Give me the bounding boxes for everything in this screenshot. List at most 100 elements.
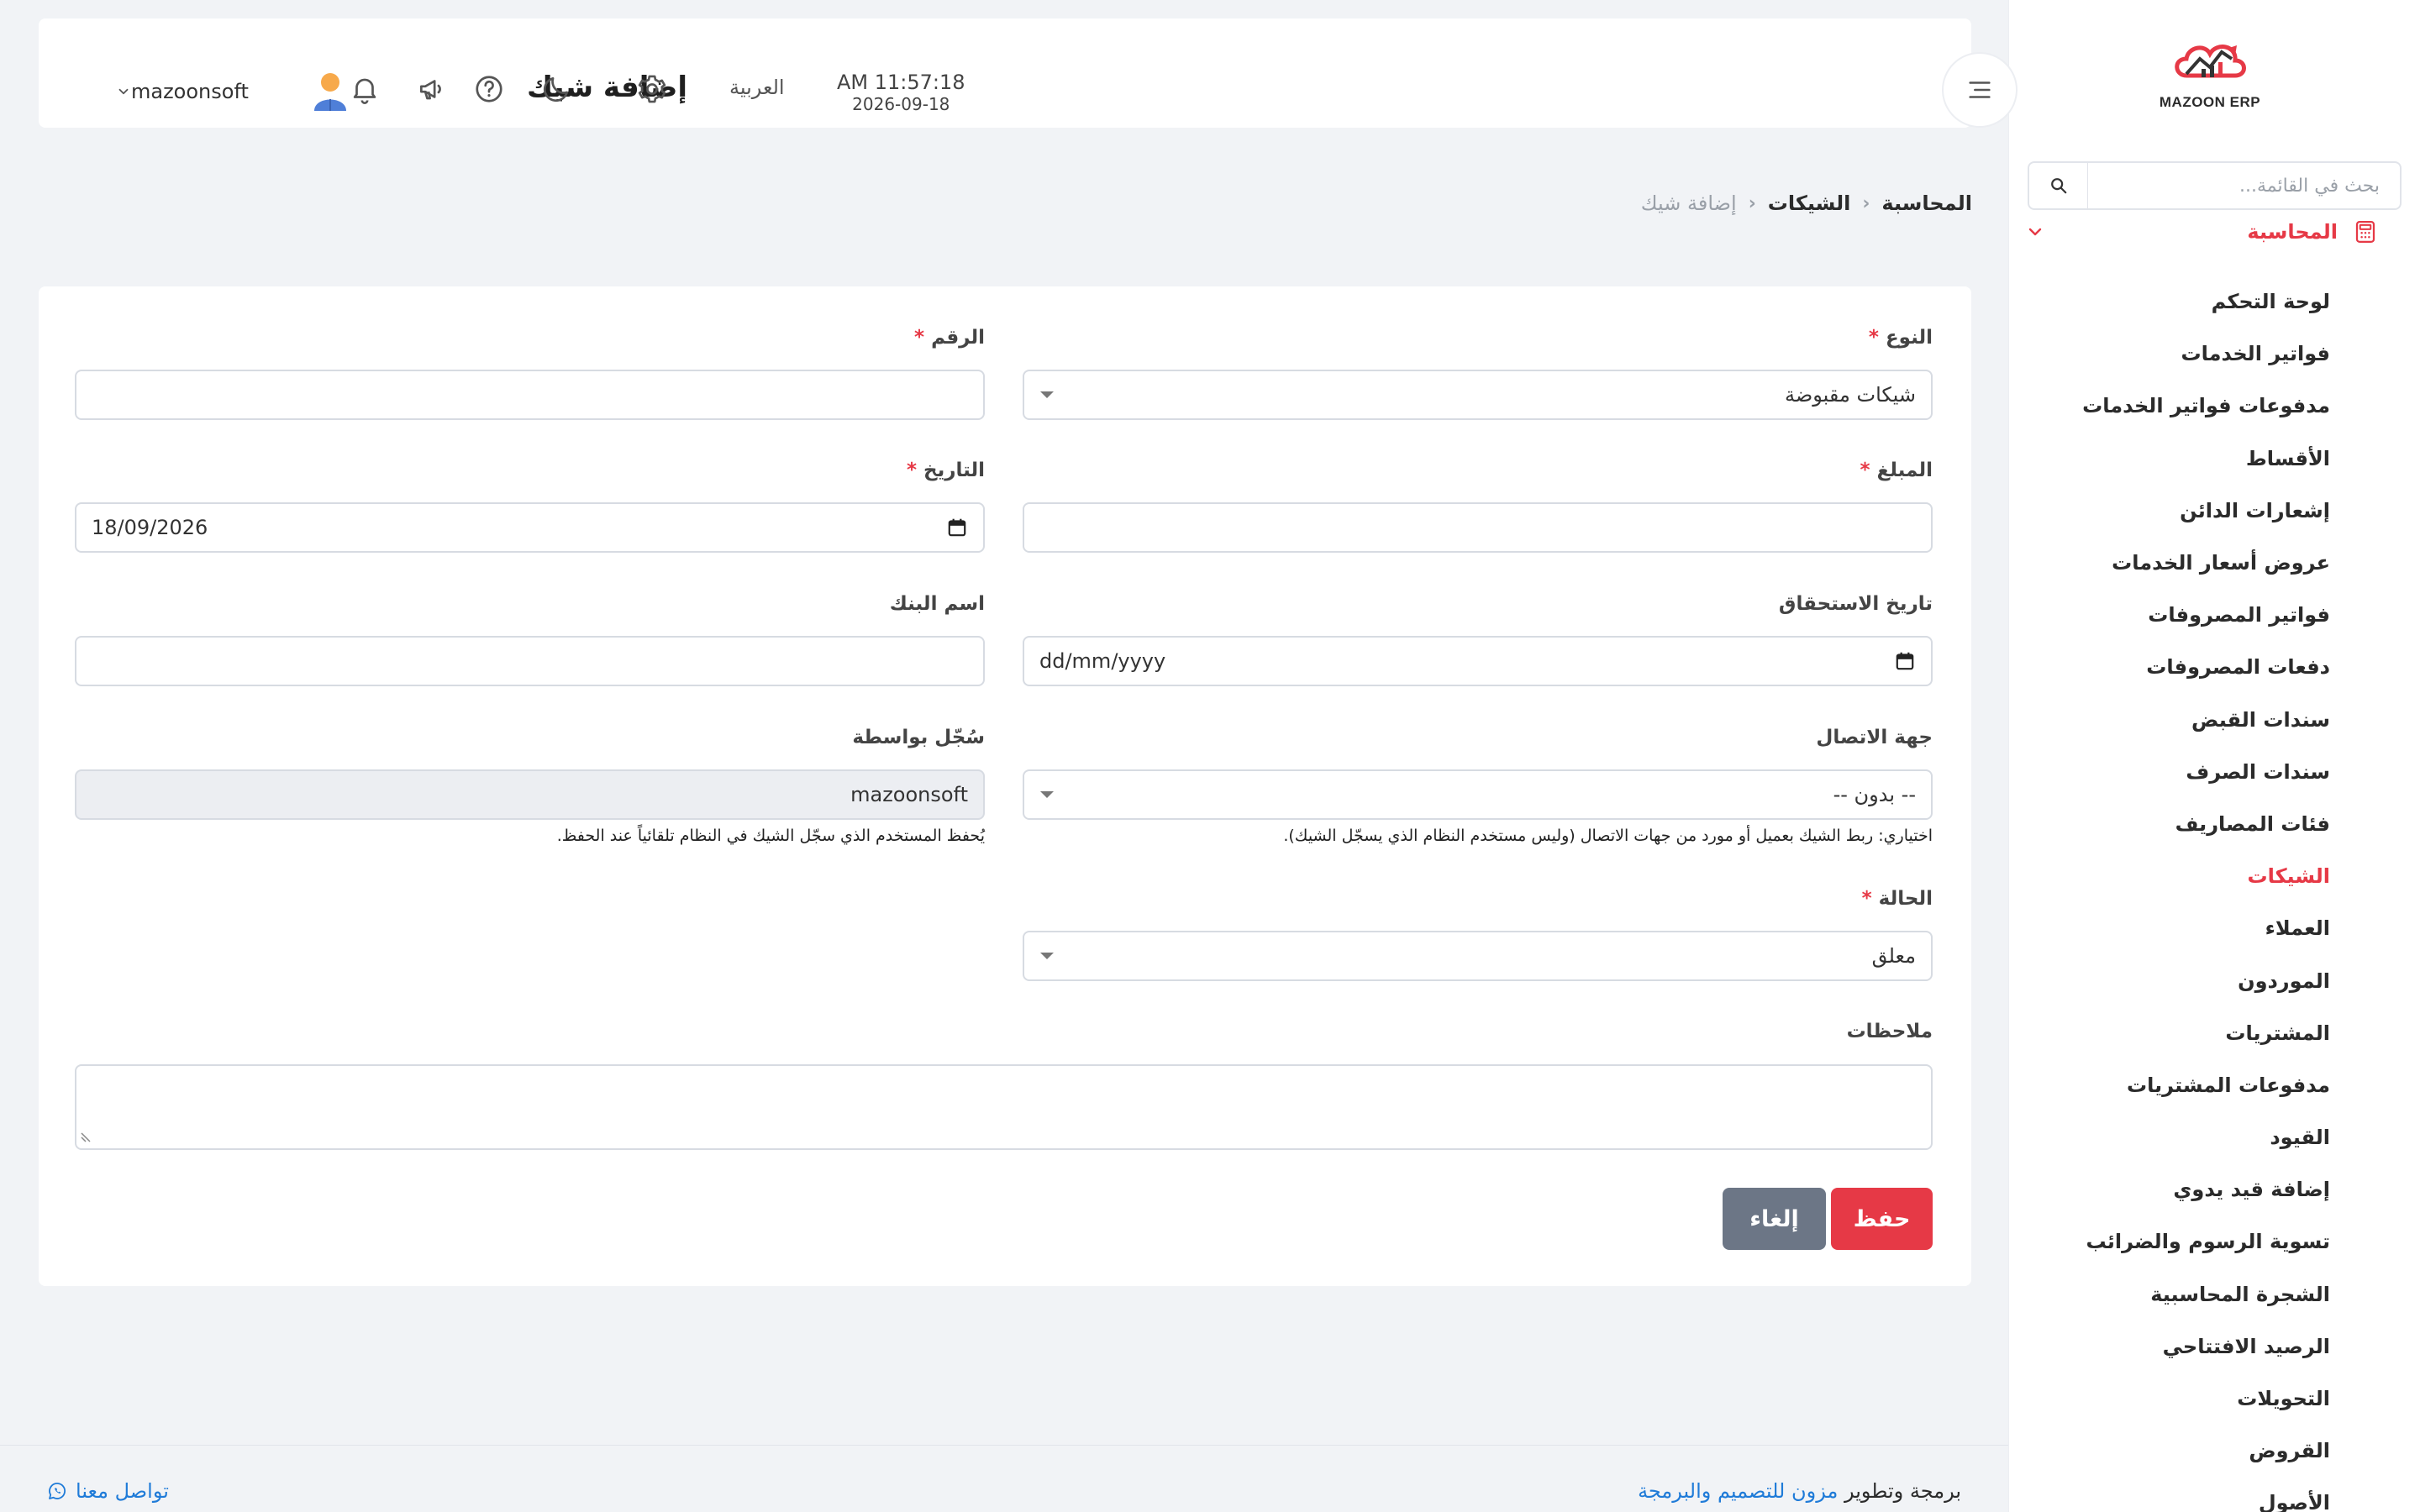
notes-textarea[interactable]: [75, 1064, 1933, 1150]
sidebar-item-payment-vouchers[interactable]: سندات الصرف: [2008, 746, 2420, 798]
resize-grip-icon[interactable]: [80, 1130, 93, 1147]
due-date-placeholder: dd/mm/yyyy: [1039, 649, 1166, 673]
bank-name-input[interactable]: [92, 638, 968, 685]
top-header: إضافة شيك AM 11:57:18 2026-09-18 العربية: [39, 18, 2018, 128]
calculator-icon: [2353, 219, 2378, 244]
amount-label: المبلغ *: [1860, 459, 1933, 481]
settings-button[interactable]: [634, 71, 671, 108]
calendar-icon[interactable]: [1894, 650, 1916, 672]
help-button[interactable]: [471, 71, 508, 108]
chevron-down-icon: [116, 84, 131, 99]
status-select[interactable]: معلق: [1023, 931, 1933, 981]
help-icon: [473, 73, 505, 105]
search-button[interactable]: [2029, 163, 2088, 208]
clock-date: 2026-09-18: [852, 94, 950, 114]
sidebar-item-service-quotes[interactable]: عروض أسعار الخدمات: [2008, 537, 2420, 589]
gear-icon: [636, 73, 668, 105]
sidebar-search-input[interactable]: [2088, 163, 2400, 208]
sidebar-item-dashboard[interactable]: لوحة التحكم: [2008, 276, 2420, 328]
sidebar-item-installments[interactable]: الأقساط: [2008, 433, 2420, 485]
notifications-button[interactable]: [346, 71, 383, 108]
sidebar-item-loans[interactable]: القروض: [2008, 1425, 2420, 1477]
sidebar-item-journal-entries[interactable]: القيود: [2008, 1111, 2420, 1163]
contact-us-link[interactable]: تواصل معنا: [47, 1479, 169, 1503]
date-label: التاريخ *: [906, 459, 985, 481]
footer-credit: برمجة وتطوير مزون للتصميم والبرمجة: [1638, 1479, 1961, 1503]
chevron-down-icon: [2025, 222, 2045, 242]
sidebar-item-receipt-vouchers[interactable]: سندات القبض: [2008, 694, 2420, 746]
type-label: النوع *: [1868, 327, 1933, 349]
sidebar-item-cheques[interactable]: الشيكات: [2008, 850, 2420, 902]
sidebar-item-purchases[interactable]: المشتريات: [2008, 1007, 2420, 1059]
logo-text: MAZOON ERP: [2159, 94, 2261, 110]
breadcrumb-separator: ‹: [1748, 192, 1756, 214]
breadcrumb-current: إضافة شيك: [1640, 192, 1737, 215]
number-field[interactable]: [75, 370, 985, 420]
type-select-value: شيكات مقبوضة: [1784, 383, 1916, 407]
date-field[interactable]: 18/09/2026: [75, 502, 985, 553]
date-value: 18/09/2026: [92, 516, 208, 539]
footer-credit-link[interactable]: مزون للتصميم والبرمجة: [1638, 1479, 1838, 1503]
sidebar-item-fees-taxes-settlement[interactable]: تسوية الرسوم والضرائب: [2008, 1215, 2420, 1268]
breadcrumb-cheques[interactable]: الشيكات: [1768, 192, 1851, 215]
user-name: mazoonsoft: [131, 80, 249, 103]
menu-toggle-icon: [1965, 76, 1994, 104]
number-input[interactable]: [92, 371, 968, 418]
sidebar-item-assets[interactable]: الأصول: [2008, 1477, 2420, 1512]
footer: برمجة وتطوير مزون للتصميم والبرمجة تواصل…: [0, 1445, 2008, 1512]
cancel-button[interactable]: إلغاء: [1723, 1188, 1826, 1250]
nav-group-accounting[interactable]: المحاسبة: [2025, 215, 2378, 249]
calendar-icon[interactable]: [946, 517, 968, 538]
sidebar-item-add-manual-entry[interactable]: إضافة قيد يدوي: [2008, 1163, 2420, 1215]
app-logo[interactable]: MAZOON ERP: [2155, 34, 2265, 118]
breadcrumb: المحاسبة ‹ الشيكات ‹ إضافة شيك: [1641, 192, 1972, 215]
sidebar-item-opening-balance[interactable]: الرصيد الافتتاحي: [2008, 1320, 2420, 1373]
recorded-by-value: mazoonsoft: [850, 783, 968, 806]
breadcrumb-separator: ‹: [1862, 192, 1870, 214]
bell-icon: [349, 73, 381, 105]
sidebar-item-purchase-payments[interactable]: مدفوعات المشتريات: [2008, 1059, 2420, 1111]
clock-time: AM 11:57:18: [837, 71, 965, 94]
sidebar-item-expense-invoices[interactable]: فواتير المصروفات: [2008, 589, 2420, 641]
theme-toggle-button[interactable]: [538, 71, 575, 108]
number-label: الرقم *: [914, 327, 985, 349]
contact-label: جهة الاتصال: [1816, 727, 1933, 748]
sidebar-item-customers[interactable]: العملاء: [2008, 902, 2420, 954]
announcements-button[interactable]: [413, 71, 450, 108]
notes-label: ملاحظات: [1846, 1021, 1933, 1042]
amount-input[interactable]: [1039, 504, 1916, 551]
sidebar-toggle-button[interactable]: [1942, 52, 2018, 128]
sidebar-item-service-invoice-payments[interactable]: مدفوعات فواتير الخدمات: [2008, 380, 2420, 432]
dropdown-arrow-icon: [1039, 790, 1055, 800]
status-label: الحالة *: [1861, 888, 1933, 910]
logo-icon: [2175, 45, 2246, 78]
due-date-field[interactable]: dd/mm/yyyy: [1023, 636, 1933, 686]
due-date-label: تاريخ الاستحقاق: [1778, 593, 1933, 615]
type-select[interactable]: شيكات مقبوضة: [1023, 370, 1933, 420]
language-switcher[interactable]: العربية: [729, 76, 785, 99]
cheque-form-card: النوع * شيكات مقبوضة الرقم * المبلغ * ال…: [39, 286, 1971, 1286]
sidebar-item-service-invoices[interactable]: فواتير الخدمات: [2008, 328, 2420, 380]
user-menu[interactable]: mazoonsoft: [116, 71, 350, 113]
sidebar-item-suppliers[interactable]: الموردون: [2008, 954, 2420, 1006]
sidebar-item-expense-categories[interactable]: فئات المصاريف: [2008, 798, 2420, 850]
sidebar-item-expense-payments[interactable]: دفعات المصروفات: [2008, 641, 2420, 693]
sidebar-item-transfers[interactable]: التحويلات: [2008, 1373, 2420, 1425]
sidebar-search: [2028, 161, 2402, 210]
status-select-value: معلق: [1871, 944, 1916, 968]
save-button[interactable]: حفظ: [1831, 1188, 1933, 1250]
sidebar-item-chart-of-accounts[interactable]: الشجرة المحاسبية: [2008, 1268, 2420, 1320]
bank-name-field[interactable]: [75, 636, 985, 686]
contact-us-label: تواصل معنا: [76, 1479, 169, 1503]
nav-group-label: المحاسبة: [2247, 220, 2338, 244]
contact-select-value: -- بدون --: [1833, 783, 1916, 806]
avatar: [311, 71, 350, 113]
sidebar-item-credit-notes[interactable]: إشعارات الدائن: [2008, 485, 2420, 537]
whatsapp-icon: [47, 1481, 67, 1501]
contact-select[interactable]: -- بدون --: [1023, 769, 1933, 820]
search-icon: [2049, 176, 2068, 195]
contact-hint: اختياري: ربط الشيك بعميل أو مورد من جهات…: [1283, 827, 1933, 845]
breadcrumb-accounting[interactable]: المحاسبة: [1881, 192, 1972, 215]
amount-field[interactable]: [1023, 502, 1933, 553]
dropdown-arrow-icon: [1039, 951, 1055, 961]
